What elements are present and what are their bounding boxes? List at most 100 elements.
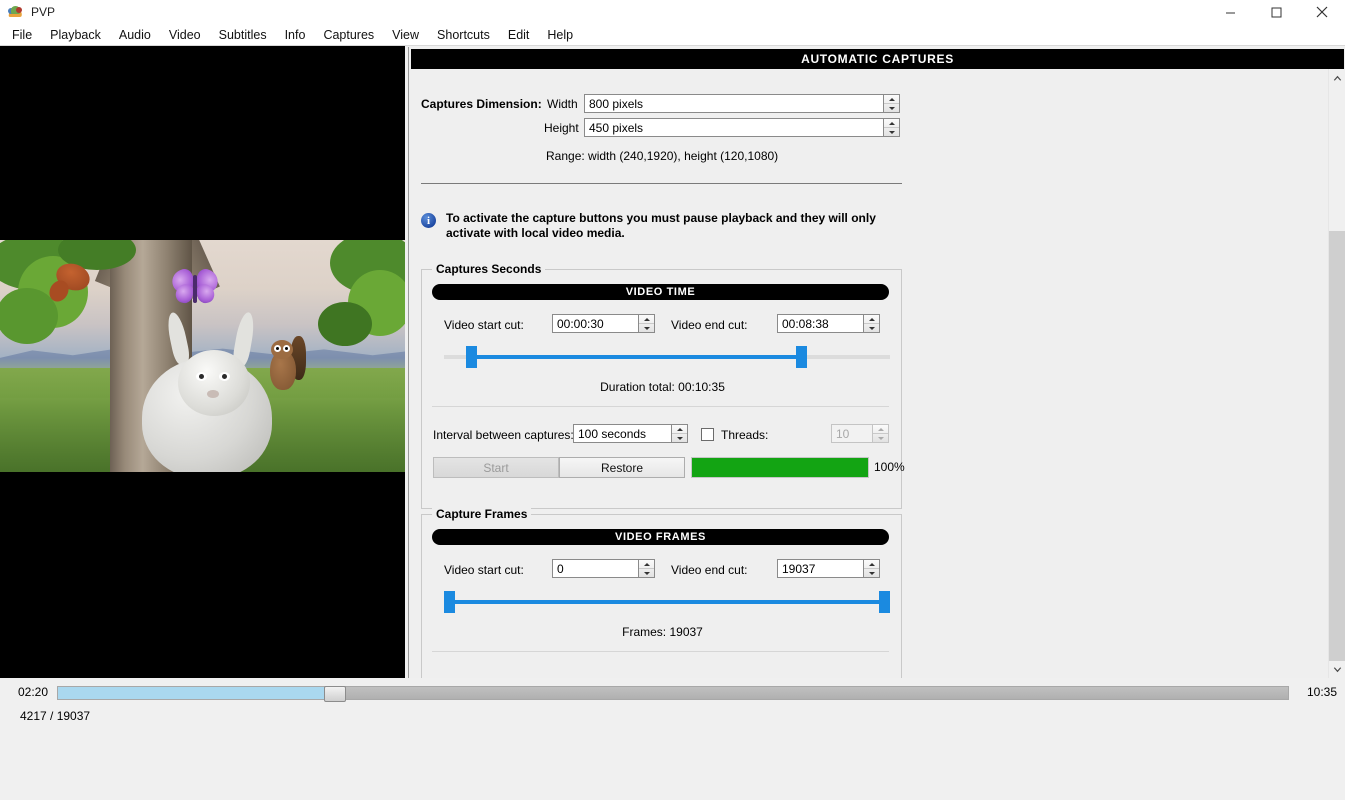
seconds-interval-stepper[interactable]: 100 seconds [573,424,688,443]
menu-item-audio[interactable]: Audio [110,26,160,44]
seconds-end-cut-stepper[interactable]: 00:08:38 [777,314,880,333]
width-stepper[interactable]: 800 pixels [584,94,900,113]
height-stepper[interactable]: 450 pixels [584,118,900,137]
frames-start-increment-icon[interactable] [639,560,654,569]
height-spin-buttons[interactable] [883,118,900,137]
seconds-slider-start-handle[interactable] [465,346,477,368]
seek-slider[interactable] [57,686,1289,702]
menu-item-help[interactable]: Help [538,26,582,44]
menu-item-file[interactable]: File [3,26,41,44]
height-label: Height [544,121,579,135]
menu-item-edit[interactable]: Edit [499,26,539,44]
window-title: PVP [31,5,56,19]
menu-item-captures[interactable]: Captures [314,26,383,44]
current-time-label: 02:20 [18,685,49,699]
scrollbar-thumb[interactable] [1329,86,1345,231]
frames-end-cut-stepper[interactable]: 19037 [777,559,880,578]
frames-slider-start-handle[interactable] [444,591,455,613]
panel-scrollbar[interactable] [1328,69,1345,678]
minimize-button[interactable] [1207,0,1253,24]
width-decrement-icon[interactable] [884,104,899,112]
frames-range-slider[interactable] [444,589,890,615]
seek-slider-thumb[interactable] [324,686,347,702]
seconds-interval-increment-icon[interactable] [672,425,687,434]
frames-end-decrement-icon[interactable] [864,569,879,577]
seconds-slider-end-handle[interactable] [796,346,808,368]
seconds-divider [432,406,889,407]
seconds-interval-spin-buttons[interactable] [671,424,688,443]
seconds-start-increment-icon[interactable] [639,315,654,324]
frames-start-decrement-icon[interactable] [639,569,654,577]
frames-divider [432,651,889,652]
width-label: Width [547,97,578,111]
frames-start-cut-stepper[interactable]: 0 [552,559,655,578]
video-display-area[interactable] [0,46,405,678]
window-buttons [1207,0,1345,24]
seconds-threads-increment-icon[interactable] [873,425,888,434]
automatic-captures-panel: AUTOMATIC CAPTURES Captures Dimension: W… [408,47,1345,759]
scroll-up-arrow-icon[interactable] [1329,69,1345,86]
squirrel-character [268,336,306,394]
menu-item-subtitles[interactable]: Subtitles [210,26,276,44]
seconds-end-spin-buttons[interactable] [863,314,880,333]
close-button[interactable] [1299,0,1345,24]
info-message-text: To activate the capture buttons you must… [446,211,876,240]
captures-dimension-label: Captures Dimension: [421,97,542,111]
menu-bar: File Playback Audio Video Subtitles Info… [0,24,1345,46]
seconds-start-spin-buttons[interactable] [638,314,655,333]
seconds-threads-checkbox[interactable] [701,428,714,441]
seconds-end-decrement-icon[interactable] [864,324,879,332]
menu-item-shortcuts[interactable]: Shortcuts [428,26,499,44]
video-frame-image [0,240,405,472]
seek-row: 02:20 10:35 [0,683,1345,703]
frames-end-cut-label: Video end cut: [671,563,748,577]
video-time-bar-label: VIDEO TIME [432,284,889,300]
panel-header-title: AUTOMATIC CAPTURES [411,49,1344,69]
frames-slider-end-handle[interactable] [879,591,890,613]
seconds-range-slider[interactable] [444,344,890,370]
seconds-threads-stepper[interactable]: 10 [831,424,889,443]
duration-total-label: Duration total: 00:10:35 [600,380,725,394]
menu-item-playback[interactable]: Playback [41,26,110,44]
maximize-button[interactable] [1253,0,1299,24]
butterfly-character [168,266,222,308]
menu-item-info[interactable]: Info [276,26,315,44]
seconds-end-increment-icon[interactable] [864,315,879,324]
menu-item-view[interactable]: View [383,26,428,44]
seconds-interval-decrement-icon[interactable] [672,434,687,442]
frames-start-cut-input[interactable]: 0 [552,559,638,578]
flying-squirrel-character [45,258,96,306]
start-button[interactable]: Start [433,457,559,478]
seconds-start-cut-input[interactable]: 00:00:30 [552,314,638,333]
section-divider [421,183,902,184]
seconds-threads-decrement-icon[interactable] [873,434,888,442]
frames-start-spin-buttons[interactable] [638,559,655,578]
seconds-slider-fill [471,355,802,359]
seconds-threads-spin-buttons[interactable] [872,424,889,443]
frames-end-cut-input[interactable]: 19037 [777,559,863,578]
height-decrement-icon[interactable] [884,128,899,136]
width-spin-buttons[interactable] [883,94,900,113]
captures-seconds-title: Captures Seconds [432,262,546,276]
video-frames-bar-label: VIDEO FRAMES [432,529,889,545]
seconds-threads-input[interactable]: 10 [831,424,872,443]
frames-end-increment-icon[interactable] [864,560,879,569]
palette-icon [8,4,24,20]
seconds-end-cut-input[interactable]: 00:08:38 [777,314,863,333]
seconds-interval-input[interactable]: 100 seconds [573,424,671,443]
dimension-range-note: Range: width (240,1920), height (120,108… [546,149,779,163]
panel-content: Captures Dimension: Width 800 pixels Hei… [411,69,1327,759]
info-message: i To activate the capture buttons you mu… [421,211,913,241]
seconds-threads-label: Threads: [721,428,769,442]
frames-end-spin-buttons[interactable] [863,559,880,578]
menu-item-video[interactable]: Video [160,26,210,44]
seconds-start-cut-stepper[interactable]: 00:00:30 [552,314,655,333]
width-input[interactable]: 800 pixels [584,94,883,113]
scroll-down-arrow-icon[interactable] [1329,661,1345,678]
height-increment-icon[interactable] [884,119,899,128]
width-increment-icon[interactable] [884,95,899,104]
seconds-start-decrement-icon[interactable] [639,324,654,332]
restore-button[interactable]: Restore [559,457,685,478]
capture-progress-percent: 100% [874,460,905,474]
height-input[interactable]: 450 pixels [584,118,883,137]
